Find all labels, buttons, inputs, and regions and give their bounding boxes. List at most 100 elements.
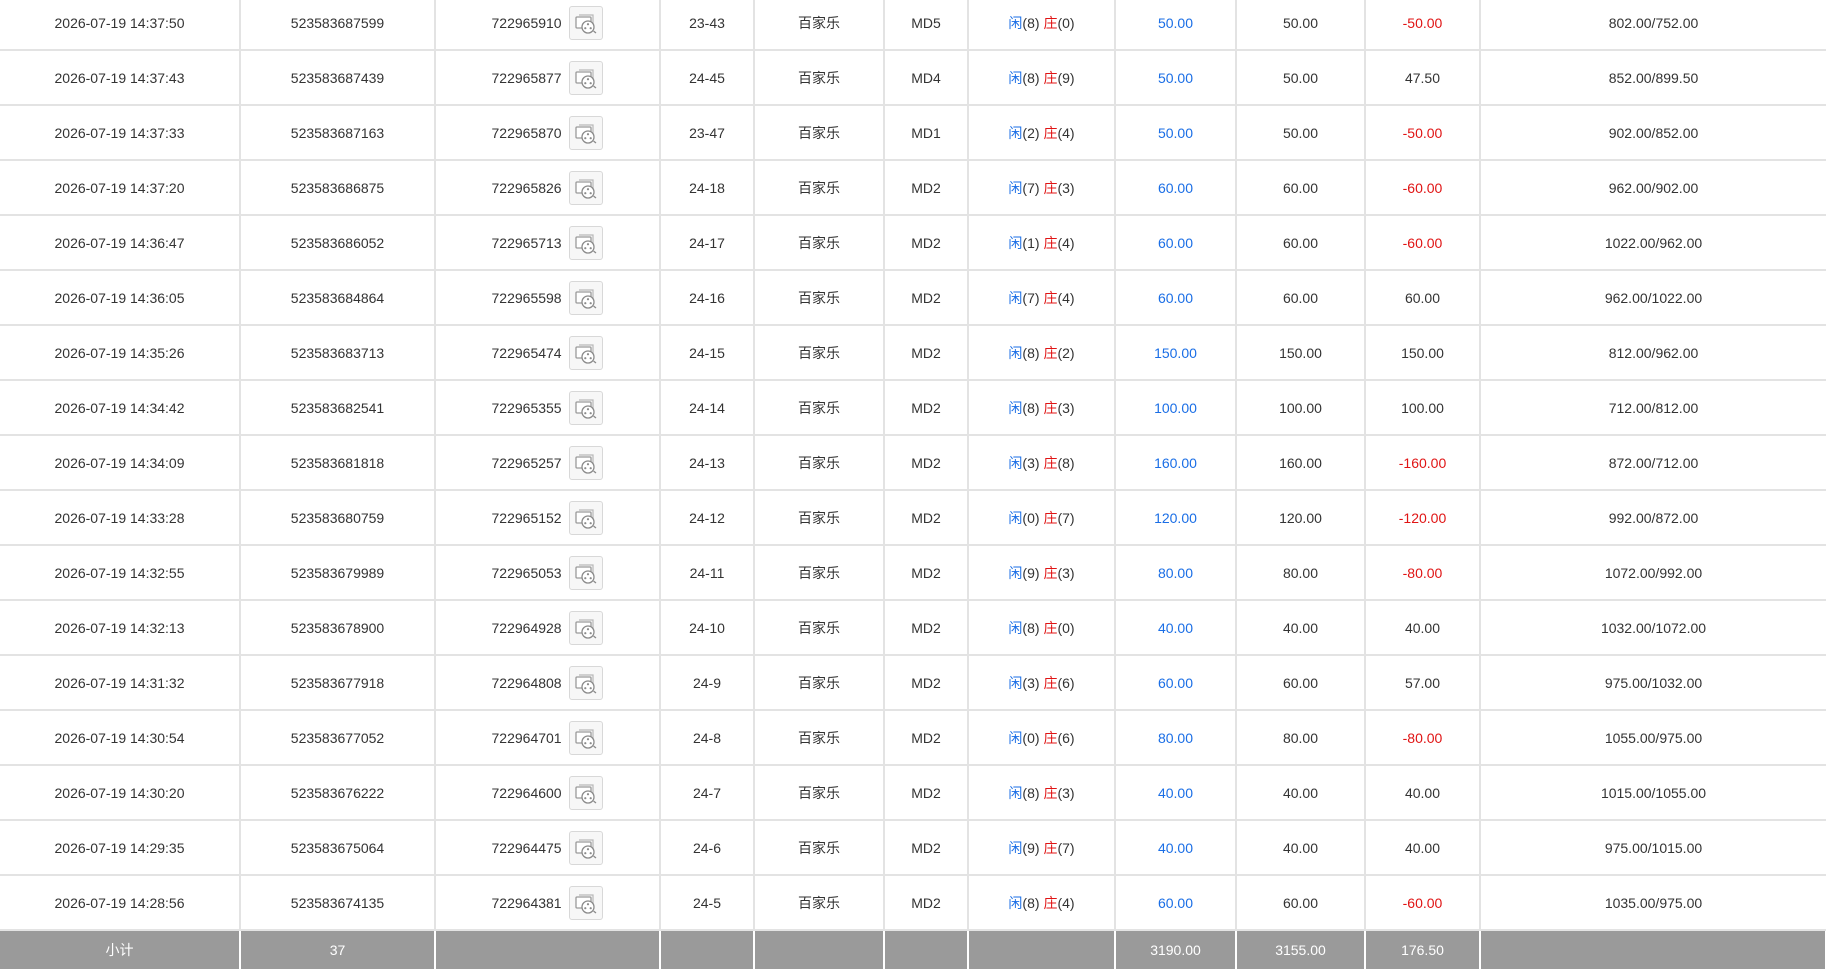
table-row: 2026-07-19 14:37:33 523583687163 7229658… — [0, 105, 1826, 161]
table-row: 2026-07-19 14:29:35 523583675064 7229644… — [0, 820, 1826, 876]
bet-amount[interactable]: 40.00 — [1115, 600, 1237, 656]
table-row: 2026-07-19 14:28:56 523583674135 7229643… — [0, 875, 1826, 931]
round-id: 722965355 — [491, 399, 562, 416]
round-id-cell: 722965355 — [435, 380, 661, 436]
bet-amount[interactable]: 50.00 — [1115, 0, 1237, 51]
subtotal-empty-round — [435, 930, 661, 969]
player-score: (7) — [1022, 289, 1040, 306]
player-score: (2) — [1022, 124, 1040, 141]
video-replay-button[interactable] — [569, 885, 604, 920]
table-code: MD2 — [884, 270, 969, 326]
bet-amount[interactable]: 50.00 — [1115, 105, 1237, 161]
player-score: (3) — [1022, 674, 1040, 691]
bet-amount[interactable]: 60.00 — [1115, 270, 1237, 326]
game-name: 百家乐 — [754, 765, 885, 821]
table-row: 2026-07-19 14:32:13 523583678900 7229649… — [0, 600, 1826, 656]
player-label: 闲 — [1008, 509, 1023, 526]
game-name: 百家乐 — [754, 600, 885, 656]
round-id-cell: 722964600 — [435, 765, 661, 821]
shoe-round: 24-12 — [660, 490, 755, 546]
video-replay-button[interactable] — [569, 775, 604, 810]
bet-amount[interactable]: 50.00 — [1115, 50, 1237, 106]
shoe-round: 24-14 — [660, 380, 755, 436]
video-replay-button[interactable] — [569, 115, 604, 150]
video-replay-button[interactable] — [569, 610, 604, 645]
bet-id: 523583684864 — [240, 270, 436, 326]
table-row: 2026-07-19 14:33:28 523583680759 7229651… — [0, 490, 1826, 546]
bet-amount[interactable]: 40.00 — [1115, 820, 1237, 876]
video-replay-button[interactable] — [569, 170, 604, 205]
video-replay-icon — [575, 288, 597, 309]
video-replay-button[interactable] — [569, 225, 604, 260]
banker-label: 庄 — [1043, 179, 1058, 196]
player-score: (9) — [1022, 564, 1040, 581]
round-id: 722965877 — [491, 69, 562, 86]
round-id: 722965257 — [491, 454, 562, 471]
table-code: MD2 — [884, 435, 969, 491]
video-replay-button[interactable] — [569, 445, 604, 480]
player-label: 闲 — [1008, 729, 1023, 746]
shoe-round: 24-6 — [660, 820, 755, 876]
bet-time: 2026-07-19 14:36:47 — [0, 215, 241, 271]
bet-amount[interactable]: 100.00 — [1115, 380, 1237, 436]
video-replay-button[interactable] — [569, 720, 604, 755]
bet-amount[interactable]: 150.00 — [1115, 325, 1237, 381]
subtotal-win-total: 176.50 — [1365, 930, 1481, 969]
valid-bet: 120.00 — [1236, 490, 1366, 546]
round-id: 722964475 — [491, 839, 562, 856]
game-name: 百家乐 — [754, 50, 885, 106]
video-replay-button[interactable] — [569, 335, 604, 370]
valid-bet: 40.00 — [1236, 765, 1366, 821]
player-score: (8) — [1022, 69, 1040, 86]
video-replay-icon — [575, 68, 597, 89]
video-replay-button[interactable] — [569, 555, 604, 590]
banker-score: (0) — [1057, 14, 1075, 31]
bet-amount[interactable]: 80.00 — [1115, 710, 1237, 766]
player-label: 闲 — [1008, 894, 1023, 911]
video-replay-button[interactable] — [569, 830, 604, 865]
banker-score: (4) — [1057, 894, 1075, 911]
video-replay-icon — [575, 453, 597, 474]
balance-change: 1072.00/992.00 — [1480, 545, 1826, 601]
table-row: 2026-07-19 14:37:50 523583687599 7229659… — [0, 0, 1826, 51]
video-replay-button[interactable] — [569, 5, 604, 40]
bet-time: 2026-07-19 14:37:50 — [0, 0, 241, 51]
game-result: 闲(8) 庄(3) — [968, 380, 1116, 436]
video-replay-button[interactable] — [569, 665, 604, 700]
balance-change: 962.00/902.00 — [1480, 160, 1826, 216]
round-id-cell: 722965152 — [435, 490, 661, 546]
table-row: 2026-07-19 14:34:09 523583681818 7229652… — [0, 435, 1826, 491]
bet-amount[interactable]: 80.00 — [1115, 545, 1237, 601]
subtotal-bet-total: 3190.00 — [1115, 930, 1237, 969]
subtotal-count: 37 — [240, 930, 436, 969]
valid-bet: 60.00 — [1236, 875, 1366, 931]
bet-amount[interactable]: 60.00 — [1115, 215, 1237, 271]
bet-amount[interactable]: 60.00 — [1115, 160, 1237, 216]
banker-label: 庄 — [1043, 784, 1058, 801]
game-result: 闲(8) 庄(2) — [968, 325, 1116, 381]
player-score: (3) — [1022, 454, 1040, 471]
shoe-round: 24-7 — [660, 765, 755, 821]
video-replay-button[interactable] — [569, 60, 604, 95]
shoe-round: 24-8 — [660, 710, 755, 766]
table-row: 2026-07-19 14:32:55 523583679989 7229650… — [0, 545, 1826, 601]
bet-amount[interactable]: 60.00 — [1115, 875, 1237, 931]
banker-score: (4) — [1057, 234, 1075, 251]
banker-label: 庄 — [1043, 14, 1058, 31]
video-replay-button[interactable] — [569, 500, 604, 535]
video-replay-icon — [575, 618, 597, 639]
bet-amount[interactable]: 40.00 — [1115, 765, 1237, 821]
bet-amount[interactable]: 60.00 — [1115, 655, 1237, 711]
video-replay-icon — [575, 673, 597, 694]
banker-score: (3) — [1057, 179, 1075, 196]
video-replay-button[interactable] — [569, 390, 604, 425]
round-id: 722965474 — [491, 344, 562, 361]
banker-score: (3) — [1057, 564, 1075, 581]
game-result: 闲(8) 庄(3) — [968, 765, 1116, 821]
player-score: (8) — [1022, 784, 1040, 801]
video-replay-button[interactable] — [569, 280, 604, 315]
bet-amount[interactable]: 120.00 — [1115, 490, 1237, 546]
video-replay-icon — [575, 13, 597, 34]
bet-time: 2026-07-19 14:37:43 — [0, 50, 241, 106]
bet-amount[interactable]: 160.00 — [1115, 435, 1237, 491]
